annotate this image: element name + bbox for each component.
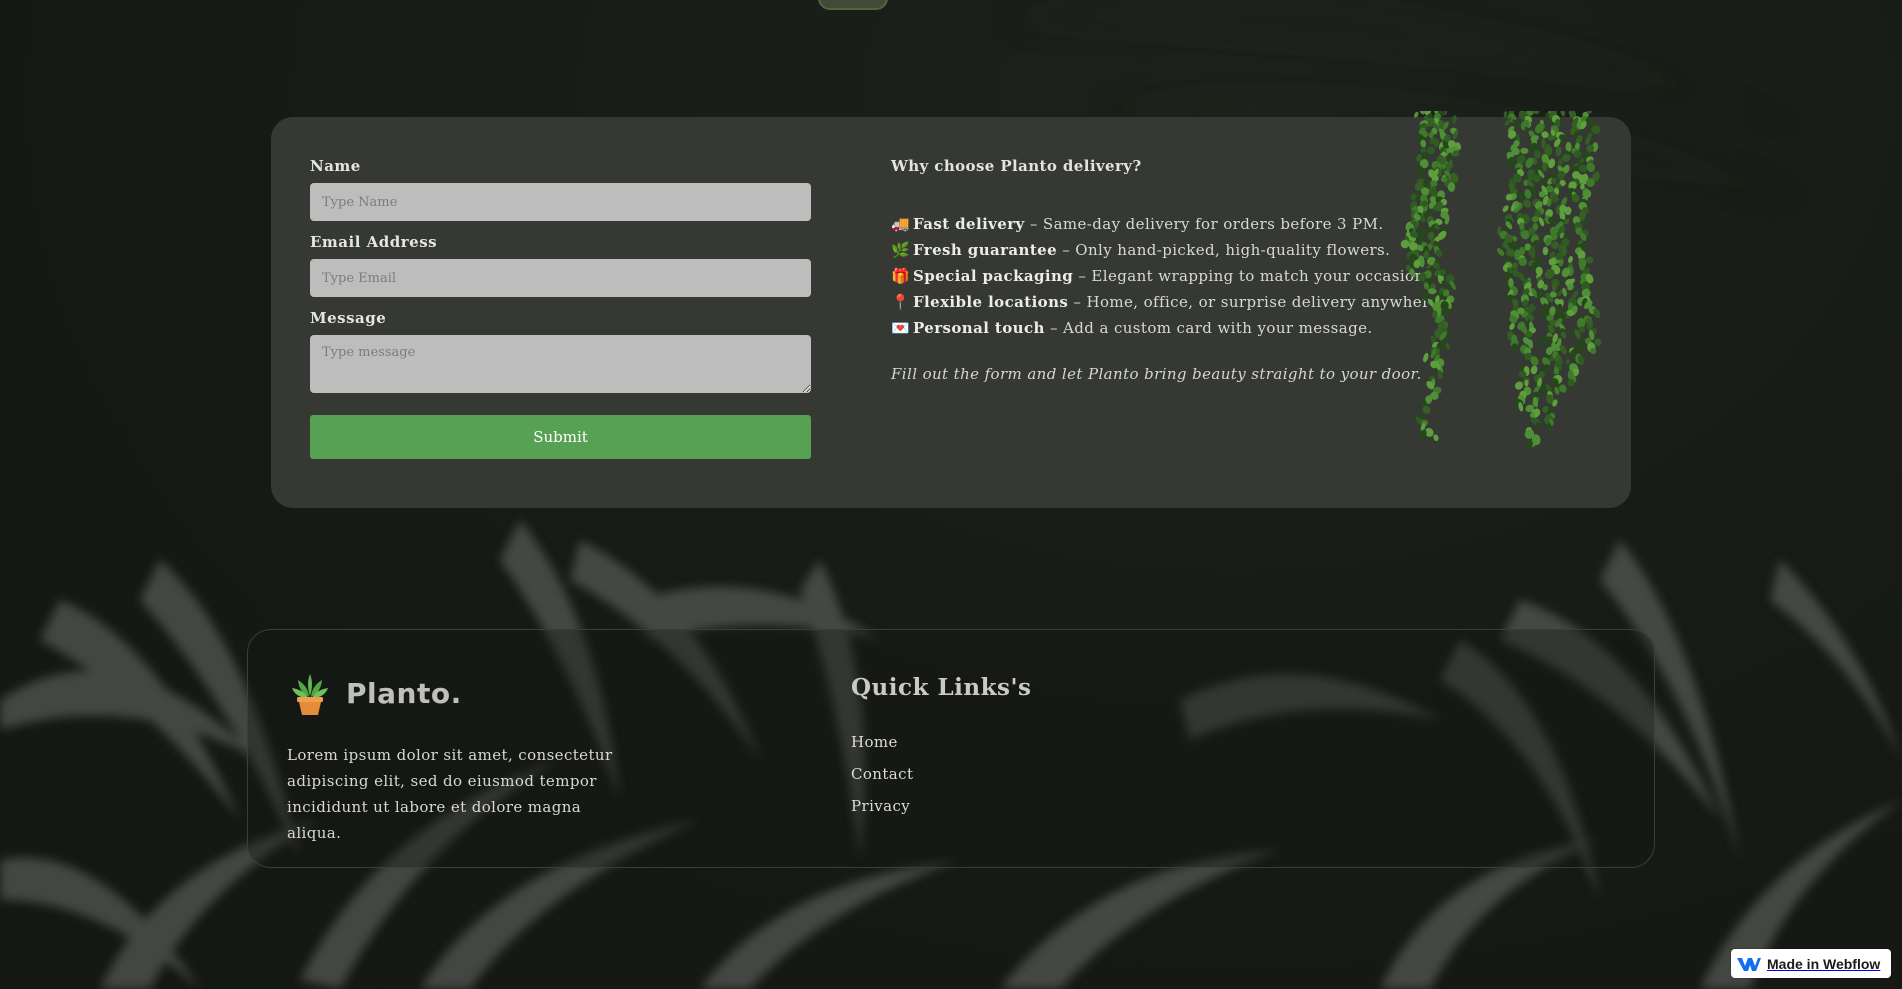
- love-letter-icon: 💌: [891, 319, 911, 337]
- benefit-item: 🚚 Fast delivery – Same-day delivery for o…: [891, 211, 1451, 237]
- quick-link-item: Privacy: [851, 790, 913, 822]
- vine-leaf: [1520, 147, 1529, 154]
- vine-leaf: [1509, 323, 1515, 330]
- benefit-item: 🌿 Fresh guarantee – Only hand-picked, hig…: [891, 237, 1451, 263]
- vine-leaf: [1530, 365, 1538, 375]
- name-label: Name: [310, 157, 361, 175]
- benefit-title: Fresh guarantee: [913, 241, 1058, 259]
- quick-link-item: Home: [851, 726, 913, 758]
- footer-description: Lorem ipsum dolor sit amet, consectetur …: [287, 746, 613, 842]
- vine-leaf: [1423, 352, 1429, 363]
- benefit-text: – Home, office, or surprise delivery any…: [1068, 293, 1445, 311]
- vine-leaf: [1502, 205, 1509, 212]
- vine-leaf: [1511, 262, 1519, 270]
- quick-links-title: Quick Links's: [851, 674, 1032, 701]
- potted-plant-icon: [292, 674, 328, 715]
- vine-leaf: [1541, 137, 1546, 149]
- email-input[interactable]: [310, 259, 811, 297]
- hanging-vines-image: [1400, 111, 1602, 450]
- gift-icon: 🎁: [891, 267, 911, 285]
- vine-leaf: [1427, 288, 1437, 295]
- vine-leaf: [1514, 381, 1524, 390]
- top-button-remnant: [818, 0, 888, 10]
- benefit-text: – Elegant wrapping to match your occasio…: [1073, 267, 1430, 285]
- contact-link[interactable]: Contact: [851, 765, 913, 783]
- vine-leaf: [1560, 111, 1566, 117]
- vine-leaf: [1555, 145, 1562, 157]
- benefit-item: 📍 Flexible locations – Home, office, or s…: [891, 289, 1451, 315]
- quick-links-list: Home Contact Privacy: [851, 726, 913, 822]
- benefit-title: Special packaging: [913, 267, 1074, 285]
- brand-logo[interactable]: Planto.: [290, 670, 462, 716]
- benefit-text: – Add a custom card with your message.: [1044, 319, 1373, 337]
- made-in-webflow-badge[interactable]: Made in Webflow: [1731, 949, 1891, 978]
- vine-leaf: [1422, 405, 1430, 414]
- location-pin-icon: 📍: [891, 293, 911, 311]
- vine-leaf: [1523, 199, 1532, 208]
- why-choose-section: Why choose Planto delivery? 🚚 Fast delive…: [891, 157, 1451, 398]
- footer-card: Planto. Lorem ipsum dolor sit amet, cons…: [247, 629, 1655, 868]
- contact-card: Name Email Address Message Submit Why ch…: [271, 111, 1631, 508]
- submit-button[interactable]: Submit: [310, 415, 811, 459]
- badge-label: Made in Webflow: [1767, 955, 1881, 972]
- vine-leaf: [1532, 391, 1540, 399]
- benefit-item: 🎁 Special packaging – Elegant wrapping to…: [891, 263, 1451, 289]
- vine-leaf: [1452, 115, 1457, 124]
- herb-icon: 🌿: [891, 241, 911, 259]
- benefit-text: – Same-day delivery for orders before 3 …: [1024, 215, 1384, 233]
- delivery-truck-icon: 🚚: [891, 215, 911, 233]
- benefit-text: – Only hand-picked, high-quality flowers…: [1057, 241, 1391, 259]
- vine-leaf: [1414, 111, 1419, 118]
- home-link[interactable]: Home: [851, 733, 898, 751]
- benefit-title: Fast delivery: [913, 215, 1025, 233]
- vine-leaf: [1565, 358, 1571, 365]
- vine-leaf: [1433, 434, 1439, 442]
- why-cta: Fill out the form and let Planto bring b…: [891, 365, 1422, 383]
- benefits-list: 🚚 Fast delivery – Same-day delivery for o…: [891, 211, 1451, 341]
- message-textarea[interactable]: [310, 335, 811, 393]
- vine-leaf: [1533, 111, 1540, 115]
- vine-leaf: [1503, 111, 1508, 119]
- vine-leaf: [1542, 246, 1549, 256]
- vine-leaf: [1501, 285, 1508, 292]
- page: Name Email Address Message Submit Why ch…: [0, 0, 1902, 989]
- brand-name: Planto.: [346, 676, 462, 710]
- why-title: Why choose Planto delivery?: [891, 157, 1142, 175]
- vine-leaf: [1565, 141, 1572, 152]
- benefit-item: 💌 Personal touch – Add a custom card with…: [891, 315, 1451, 341]
- vine-leaf: [1594, 338, 1602, 346]
- contact-form: Name Email Address Message Submit: [310, 157, 811, 459]
- name-input[interactable]: [310, 183, 811, 221]
- privacy-link[interactable]: Privacy: [851, 797, 910, 815]
- vine-leaf: [1585, 256, 1594, 264]
- benefit-title: Personal touch: [913, 319, 1045, 337]
- quick-link-item: Contact: [851, 758, 913, 790]
- vine-leaf: [1497, 248, 1505, 256]
- message-label: Message: [310, 309, 387, 327]
- benefit-title: Flexible locations: [913, 293, 1069, 311]
- webflow-logo-icon: [1737, 957, 1761, 971]
- email-label: Email Address: [310, 233, 438, 251]
